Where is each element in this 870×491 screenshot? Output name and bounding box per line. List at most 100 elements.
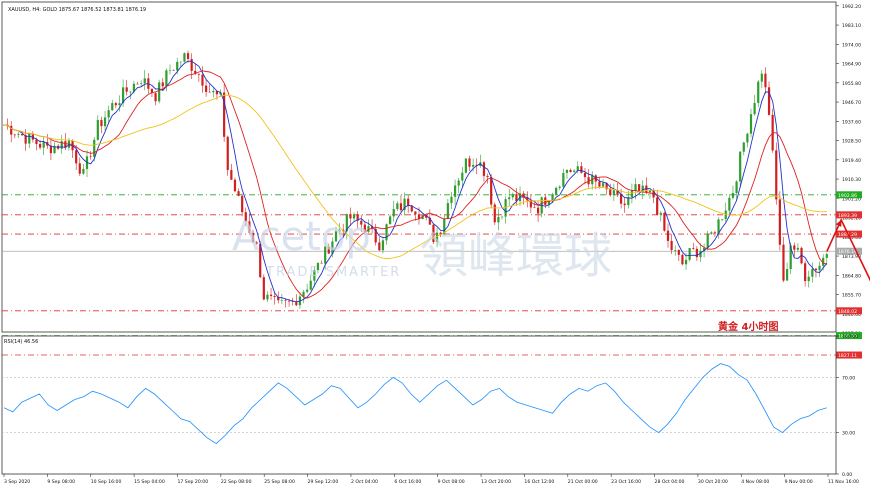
y-tick-label: 1928.50 <box>842 139 861 145</box>
x-tick-label: 17 Sep 20:00 <box>177 479 208 485</box>
x-tick-label: 22 Sep 08:00 <box>221 479 252 485</box>
candle-body <box>280 300 283 301</box>
x-tick-label: 15 Sep 04:00 <box>134 479 165 485</box>
candle-body <box>143 78 146 84</box>
level-label: 1848.02 <box>838 309 857 315</box>
candle-body <box>107 110 110 118</box>
candle-body <box>796 247 800 250</box>
candle-body <box>453 185 457 197</box>
candle-body <box>670 240 673 251</box>
candle-body <box>172 70 175 71</box>
candle-body <box>666 230 670 241</box>
candle-body <box>565 170 569 173</box>
candle-body <box>190 58 193 71</box>
candle-body <box>93 139 96 157</box>
watermark-brand: Acetop <box>232 214 371 260</box>
x-tick-label: 9 Oct 08:00 <box>438 479 465 485</box>
candle-body <box>573 170 576 172</box>
candle-body <box>706 233 709 248</box>
candle-body <box>13 134 16 136</box>
candle-body <box>753 102 756 115</box>
candle-body <box>749 114 753 134</box>
candle-body <box>446 203 449 219</box>
candle-body <box>168 70 172 71</box>
x-tick-label: 23 Oct 16:00 <box>611 479 641 485</box>
candle-body <box>735 181 738 194</box>
candle-body <box>825 254 828 258</box>
candle-body <box>457 180 460 186</box>
y-tick-label: 1974.00 <box>842 42 861 48</box>
candle-body <box>183 53 186 62</box>
y-tick-label: 1937.60 <box>842 119 861 125</box>
rsi-tick-label: 30.00 <box>842 431 855 437</box>
rsi-panel: 100.00 70.00 30.00 0.00 <box>1 334 858 478</box>
candle-body <box>728 197 731 211</box>
candle-body <box>28 133 31 144</box>
candle-body <box>269 294 273 297</box>
candle-body <box>273 296 276 298</box>
level-label: 1827.11 <box>838 353 857 359</box>
candle-body <box>569 170 572 172</box>
candle-body <box>111 103 114 111</box>
candle-body <box>782 244 785 281</box>
rsi-label: RSI(14) 46.56 <box>4 339 38 345</box>
level-label: 1893.39 <box>838 213 857 219</box>
rsi-tick-label: 0.00 <box>842 472 852 478</box>
price-frame <box>1 1 837 333</box>
candle-body <box>793 245 796 250</box>
y-tick-label: 1910.30 <box>842 177 861 183</box>
candle-body <box>681 254 684 265</box>
candle-body <box>179 61 182 63</box>
candle-body <box>389 216 392 225</box>
candle-body <box>630 190 634 198</box>
rsi-line <box>3 363 827 445</box>
y-tick-label: 1955.80 <box>842 81 861 87</box>
candle-body <box>811 268 814 277</box>
candle-body <box>659 212 662 215</box>
chart-canvas: 1992.20 1983.10 1974.00 1964.90 1955.80 1946.… <box>1 1 870 485</box>
rsi-tick-label: 70.00 <box>842 375 855 381</box>
candle-body <box>490 176 493 205</box>
candle-body <box>764 73 767 88</box>
y-tick-label: 1992.20 <box>842 4 861 10</box>
candle-body <box>684 259 688 265</box>
candle-body <box>320 262 323 264</box>
candle-body <box>237 191 240 196</box>
x-axis: 3 Sep 2020 9 Sep 08:00 10 Sep 16:00 15 Sep … <box>3 474 859 485</box>
candle-body <box>692 248 695 249</box>
forecast-arrow <box>826 218 870 282</box>
candle-body <box>742 142 745 152</box>
candle-body <box>226 136 229 171</box>
candle-body <box>555 187 558 195</box>
candle-body <box>497 216 500 223</box>
x-tick-label: 29 Sep 12:00 <box>308 479 339 485</box>
candle-body <box>42 142 45 148</box>
candle-body <box>262 277 265 300</box>
watermark-tagline: TRADE SMARTER <box>265 265 401 280</box>
candle-body <box>710 232 713 234</box>
candle-body <box>601 183 605 187</box>
candle-body <box>100 120 103 127</box>
x-tick-label: 25 Sep 08:00 <box>264 479 295 485</box>
candle-body <box>38 143 42 148</box>
x-tick-label: 30 Oct 20:00 <box>698 479 728 485</box>
candle-body <box>486 175 489 177</box>
candle-body <box>118 103 121 106</box>
candle-body <box>508 197 511 200</box>
candle-body <box>161 82 164 87</box>
y-tick-label: 1946.70 <box>842 100 861 106</box>
candle-body <box>414 211 417 215</box>
candle-body <box>136 83 139 85</box>
watermark-chinese: 領峰環球 <box>420 228 612 284</box>
candle-body <box>656 197 659 215</box>
y-tick-label: 1919.40 <box>842 158 861 164</box>
candle-body <box>623 203 626 206</box>
candle-body <box>536 207 540 214</box>
rsi-frame <box>1 335 837 475</box>
candle-body <box>677 250 680 255</box>
candle-body <box>580 166 583 173</box>
candle-body <box>500 216 504 218</box>
candle-body <box>10 125 13 135</box>
x-tick-label: 21 Oct 00:00 <box>568 479 598 485</box>
candle-body <box>82 168 85 174</box>
